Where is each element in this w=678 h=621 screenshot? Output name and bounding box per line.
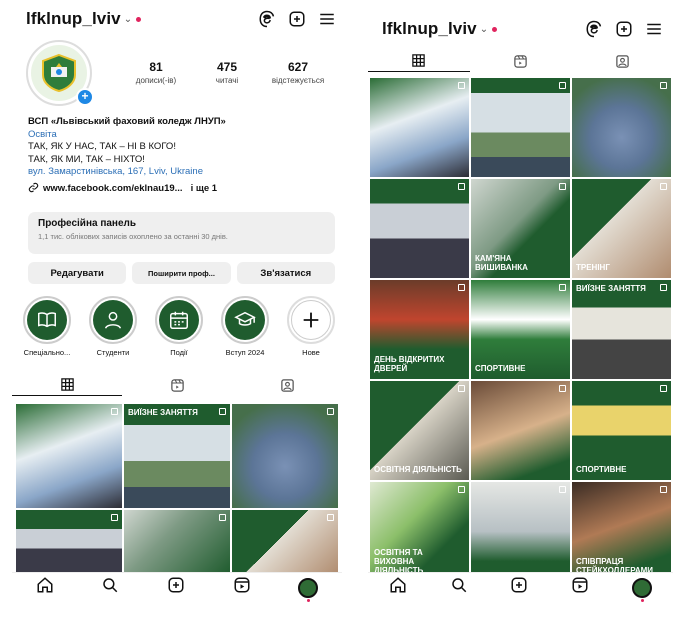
chevron-down-icon[interactable]: ⌄: [124, 14, 132, 25]
bottom-nav: [368, 572, 673, 602]
post-thumbnail[interactable]: ОСВІТНЯ ТА ВИХОВНА ДІЯЛЬНІСТЬ: [370, 482, 469, 581]
more-links[interactable]: і ще 1: [191, 183, 218, 196]
share-profile-button[interactable]: Поширити проф...: [132, 262, 231, 284]
graduation-cap-icon: [234, 311, 256, 326]
notification-dot: [136, 16, 142, 22]
post-thumbnail[interactable]: СПІВПРАЦЯ СТЕЙКХОЛДЕРАМИ: [572, 482, 671, 581]
link-icon: [28, 182, 39, 198]
post-thumbnail[interactable]: ДЕНЬ ВІДКРИТИХ ДВЕРЕЙ: [370, 280, 469, 379]
profile-link[interactable]: www.facebook.com/eklnau19...: [43, 183, 183, 196]
post-thumbnail[interactable]: [370, 179, 469, 278]
highlight-admission[interactable]: Вступ 2024: [216, 296, 274, 357]
reels-icon: [514, 54, 527, 68]
highlight-new[interactable]: Нове: [282, 296, 340, 357]
create-icon[interactable]: [167, 576, 185, 599]
tab-tagged[interactable]: [232, 374, 342, 396]
post-thumbnail[interactable]: [16, 510, 122, 574]
top-bar: lfklnup_lviv ⌄: [12, 6, 342, 32]
profile-nav-avatar[interactable]: [631, 577, 652, 602]
following-count[interactable]: 627 відстежується: [264, 60, 332, 85]
create-icon[interactable]: [510, 576, 528, 599]
post-thumbnail[interactable]: [471, 78, 570, 177]
home-icon[interactable]: [36, 576, 54, 599]
post-thumbnail[interactable]: ТРЕНІНГ: [572, 179, 671, 278]
post-thumbnail[interactable]: ВИЇЗНЕ ЗАНЯТТЯ: [124, 404, 230, 508]
menu-icon[interactable]: [645, 20, 663, 38]
chevron-down-icon[interactable]: ⌄: [480, 24, 488, 35]
notification-dot: [492, 26, 498, 32]
profile-nav-avatar[interactable]: [298, 577, 319, 602]
story-highlights: Спеціально... Студенти Події Вступ 2024 …: [18, 296, 340, 357]
book-icon: [38, 312, 56, 328]
highlight-events[interactable]: Події: [150, 296, 208, 357]
post-thumbnail[interactable]: СПОРТИВНЕ: [471, 280, 570, 379]
bottom-nav: [12, 572, 342, 602]
profile-tabs: [368, 50, 673, 72]
profile-avatar[interactable]: +: [26, 40, 94, 106]
post-thumbnail[interactable]: КАМ'ЯНА ВИШИВАНКА: [471, 179, 570, 278]
add-post-icon[interactable]: [615, 20, 633, 38]
profile-address[interactable]: вул. Замарстинівська, 167, Lviv, Ukraine: [28, 166, 338, 179]
add-story-plus-icon[interactable]: +: [76, 88, 94, 106]
post-thumbnail[interactable]: ВИЇЗНЕ ЗАНЯТТЯ: [572, 280, 671, 379]
posts-grid: КАМ'ЯНА ВИШИВАНКА ТРЕНІНГ ДЕНЬ ВІДКРИТИХ…: [370, 78, 671, 581]
profile-category: Освіта: [28, 128, 57, 140]
profile-stats: 81 дописи(-ів) 475 читачі 627 відстежуєт…: [122, 60, 332, 85]
plus-icon: [303, 312, 319, 328]
student-icon: [104, 311, 122, 329]
bio-line: ТАК, ЯК МИ, ТАК – НІХТО!: [28, 153, 145, 165]
profile-bio: ВСП «Львівський фаховий коледж ЛНУП» Осв…: [28, 116, 338, 197]
post-thumbnail[interactable]: [232, 404, 338, 508]
calendar-icon: [170, 311, 188, 329]
home-icon[interactable]: [389, 576, 407, 599]
grid-icon: [60, 378, 74, 391]
profile-screen-left: lfklnup_lviv ⌄ + 81 дописи(-ів) 475 чита…: [12, 0, 342, 610]
username[interactable]: lfklnup_lviv: [382, 19, 477, 39]
threads-icon[interactable]: [585, 20, 603, 38]
post-thumbnail[interactable]: [471, 381, 570, 480]
professional-dashboard[interactable]: Професійна панель 1,1 тис. облікових зап…: [28, 212, 335, 254]
post-thumbnail[interactable]: [232, 510, 338, 574]
post-thumbnail[interactable]: [471, 482, 570, 581]
contact-button[interactable]: Зв'язатися: [236, 262, 335, 284]
reels-nav-icon[interactable]: [571, 576, 589, 599]
post-thumbnail[interactable]: ОСВІТНЯ ДІЯЛЬНІСТЬ: [370, 381, 469, 480]
tab-reels[interactable]: [470, 50, 572, 72]
tab-posts-grid[interactable]: [368, 50, 470, 72]
grid-icon: [412, 54, 426, 67]
username[interactable]: lfklnup_lviv: [26, 9, 121, 29]
edit-profile-button[interactable]: Редагувати: [28, 262, 127, 284]
reels-nav-icon[interactable]: [233, 576, 251, 599]
posts-grid: ВИЇЗНЕ ЗАНЯТТЯ: [16, 404, 338, 574]
top-bar: lfklnup_lviv ⌄: [368, 16, 673, 42]
search-icon[interactable]: [101, 576, 119, 599]
posts-count[interactable]: 81 дописи(-ів): [122, 60, 190, 85]
add-post-icon[interactable]: [288, 10, 306, 28]
reels-icon: [170, 378, 184, 392]
bio-line: ТАК, ЯК У НАС, ТАК – НІ В КОГО!: [28, 141, 176, 152]
profile-name: ВСП «Львівський фаховий коледж ЛНУП»: [28, 116, 226, 127]
search-icon[interactable]: [450, 576, 468, 599]
profile-tabs: [12, 374, 342, 396]
tab-posts-grid[interactable]: [12, 374, 122, 396]
tagged-icon: [615, 54, 629, 68]
highlight-specialties[interactable]: Спеціально...: [18, 296, 76, 357]
post-thumbnail[interactable]: [370, 78, 469, 177]
profile-screen-right: lfklnup_lviv ⌄ КАМ'ЯНА ВИШИВАНКА ТРЕНІНГ…: [368, 0, 673, 610]
post-thumbnail[interactable]: СПОРТИВНЕ: [572, 381, 671, 480]
tab-reels[interactable]: [122, 374, 232, 396]
post-thumbnail[interactable]: [124, 510, 230, 574]
profile-actions: Редагувати Поширити проф... Зв'язатися: [28, 262, 335, 284]
tab-tagged[interactable]: [571, 50, 673, 72]
followers-count[interactable]: 475 читачі: [193, 60, 261, 85]
post-thumbnail[interactable]: [572, 78, 671, 177]
profile-links[interactable]: www.facebook.com/eklnau19... і ще 1: [28, 182, 338, 198]
threads-icon[interactable]: [258, 10, 276, 28]
highlight-students[interactable]: Студенти: [84, 296, 142, 357]
tagged-icon: [280, 378, 294, 392]
menu-icon[interactable]: [318, 10, 336, 28]
post-thumbnail[interactable]: [16, 404, 122, 508]
